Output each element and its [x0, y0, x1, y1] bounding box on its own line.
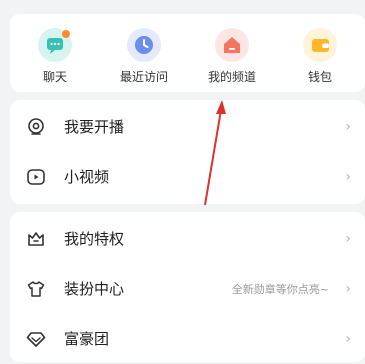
chevron-right-icon: › — [345, 231, 351, 247]
live-camera-icon — [26, 117, 46, 137]
menu-row-rich-club[interactable]: 富豪团 › — [10, 314, 365, 364]
menu-row-label: 小视频 — [64, 168, 110, 186]
channel-house-icon — [215, 28, 249, 62]
menu-row-label: 富豪团 — [64, 330, 110, 348]
menu-row-privileges[interactable]: 我的特权 › — [10, 214, 365, 264]
menu-row-go-live[interactable]: 我要开播 › — [10, 102, 365, 152]
diamond-icon — [26, 329, 46, 349]
menu-row-label: 装扮中心 — [64, 280, 125, 298]
menu-row-short-video[interactable]: 小视频 › — [10, 152, 365, 202]
chevron-right-icon: › — [345, 119, 351, 135]
chat-bubble-icon — [38, 28, 72, 62]
quick-item-wallet[interactable]: 钱包 — [290, 28, 350, 85]
menu-row-label: 我要开播 — [64, 118, 125, 136]
notification-dot — [62, 30, 70, 38]
menu-row-hint: 全新勋章等你点亮~ — [231, 283, 329, 296]
quick-item-label: 最近访问 — [119, 70, 168, 84]
menu-row-dressup-center[interactable]: 装扮中心 全新勋章等你点亮~ › — [10, 264, 365, 314]
chevron-right-icon: › — [345, 331, 351, 347]
menu-group-live: 我要开播 › 小视频 › — [10, 100, 365, 204]
quick-item-label: 聊天 — [42, 70, 67, 84]
quick-item-label: 我的频道 — [207, 70, 256, 84]
tshirt-icon — [26, 279, 46, 299]
wallet-icon — [303, 28, 337, 62]
quick-item-recent[interactable]: 最近访问 — [114, 28, 174, 85]
quick-item-label: 钱包 — [307, 70, 332, 84]
quick-item-my-channel[interactable]: 我的频道 — [202, 28, 262, 85]
quick-access-card: 聊天 最近访问 我的频道 钱包 — [10, 14, 365, 92]
menu-group-profile: 我的特权 › 装扮中心 全新勋章等你点亮~ › 富豪团 › — [10, 212, 365, 362]
quick-item-chat[interactable]: 聊天 — [25, 28, 85, 85]
video-play-icon — [26, 167, 46, 187]
chevron-right-icon: › — [345, 169, 351, 185]
crown-bag-icon — [26, 229, 46, 249]
chevron-right-icon: › — [345, 281, 351, 297]
menu-row-label: 我的特权 — [64, 230, 125, 248]
clock-icon — [127, 28, 161, 62]
